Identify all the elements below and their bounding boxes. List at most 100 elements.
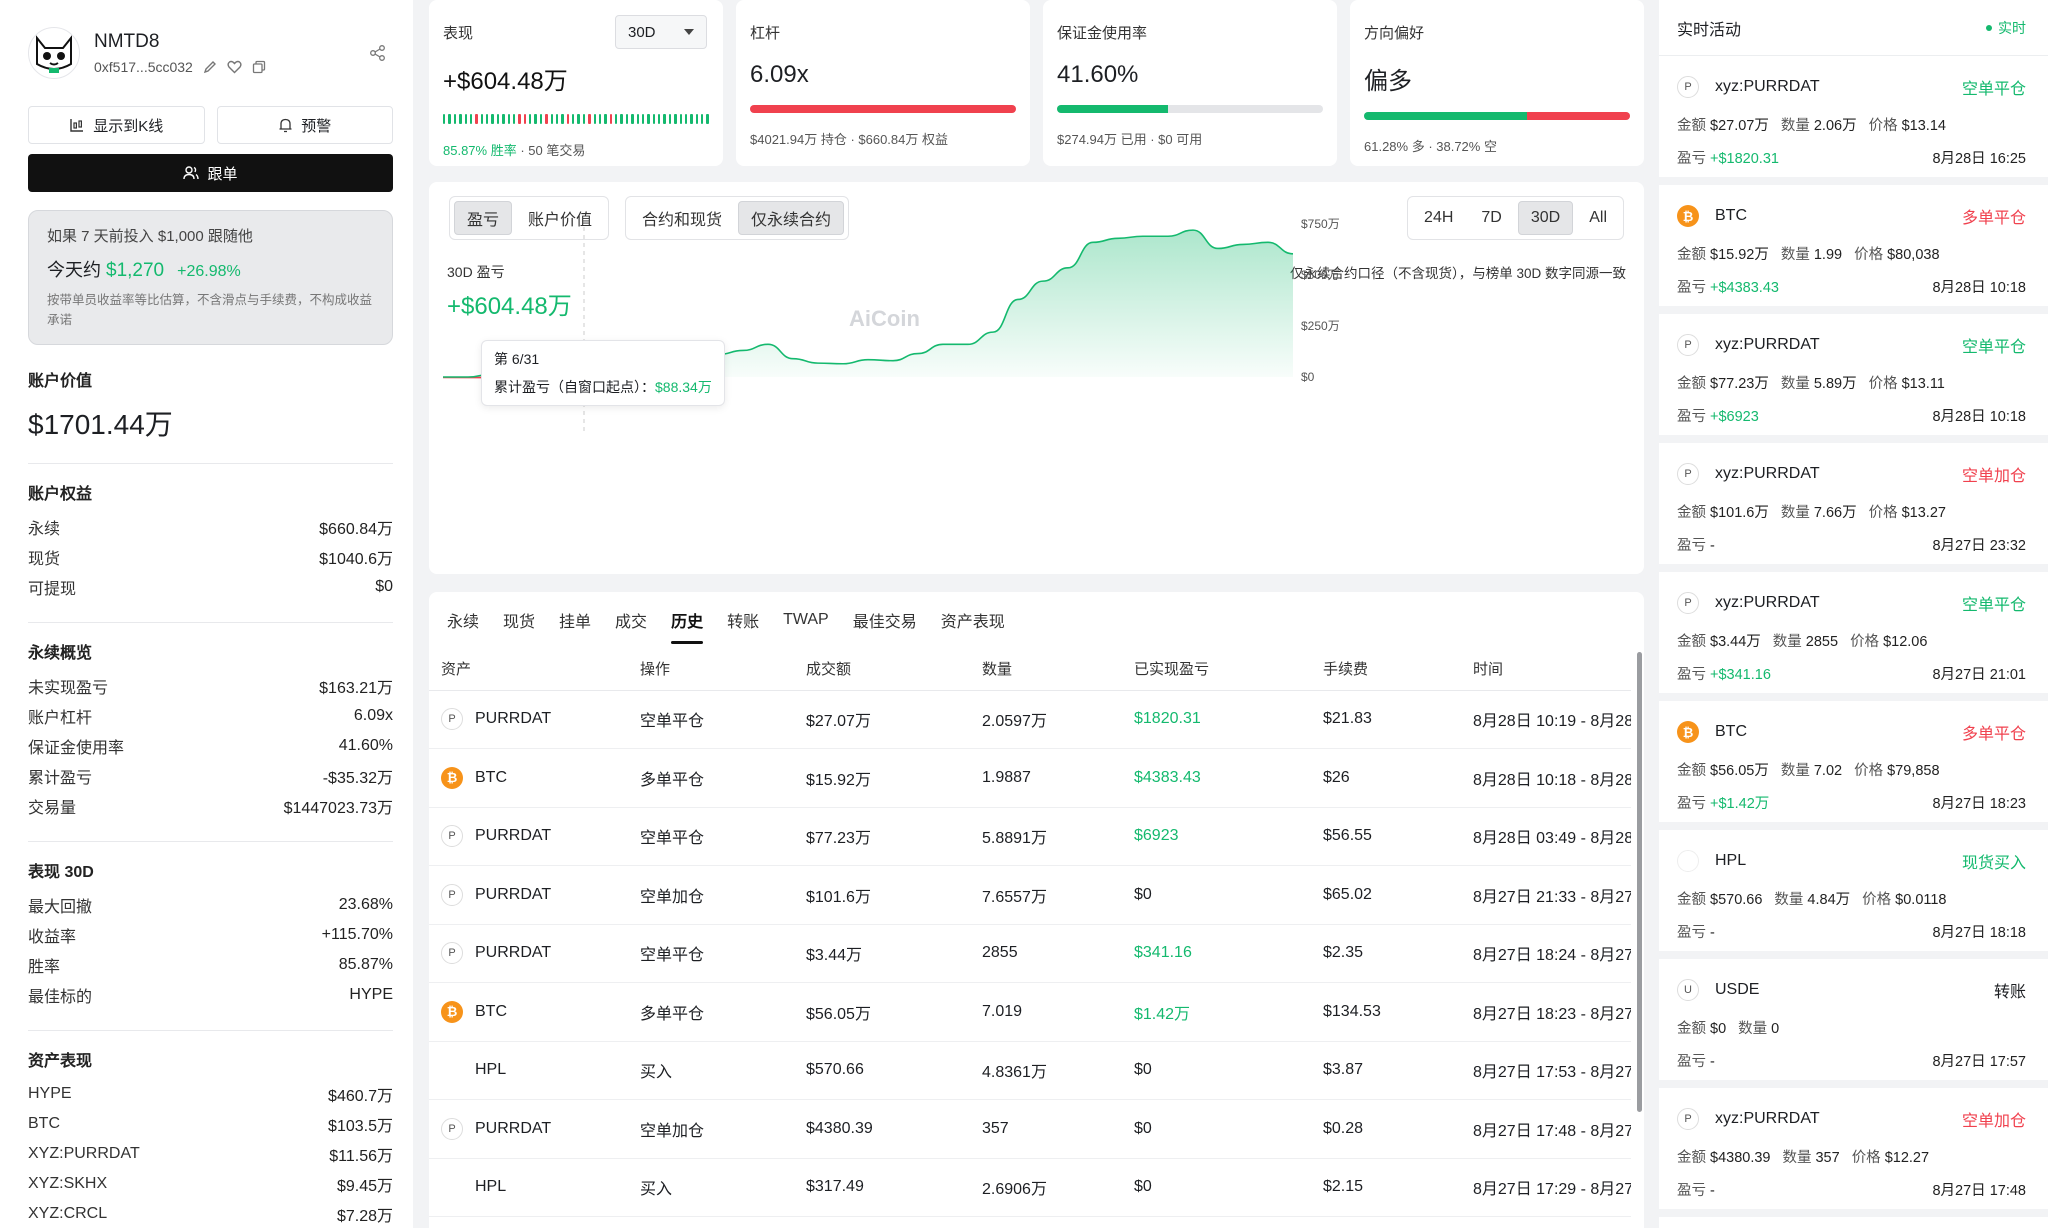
activity-item[interactable]: Pxyz:PURRDAT 空单加仓 金额 $101.6万 数量 7.66万 价格 $13.27… [1659, 443, 2048, 572]
heart-icon[interactable] [227, 60, 242, 74]
simulation-title: 如果 7 天前投入 $1,000 跟随他 [47, 228, 253, 245]
tab-history-3[interactable]: 成交 [615, 592, 647, 648]
activity-pnl: +$1820.31 [1710, 151, 1779, 167]
activity-label: 盈亏 [1677, 796, 1706, 812]
table-body: P PURRDAT 空单平仓 $27.07万 2.0597万 $1820.31 $21.83… [429, 690, 1631, 1217]
activity-item[interactable]: U USDE 转账 金额 $0 数量 0 盈亏 - 8月27日 17:57 [1659, 959, 2048, 1088]
scrollbar[interactable] [1636, 652, 1644, 1112]
tab-perp-only[interactable]: 仅永续合约 [738, 201, 845, 235]
show-on-kline-button[interactable]: 显示到K线 [28, 106, 205, 144]
period-30d[interactable]: 30D [1517, 201, 1574, 235]
edit-icon[interactable] [203, 60, 217, 74]
trade-tick [545, 114, 548, 124]
perp-row-label: 交易量 [28, 800, 77, 817]
table-row[interactable]: P PURRDAT 空单平仓 $3.44万 2855 $341.16 $2.35 8月27日 … [429, 924, 1631, 983]
perp-row-label: 累计盈亏 [28, 770, 93, 787]
activity-item[interactable]: HPL 现货买入 金额 $570.66 数量 4.84万 价格 $0.0118 盈亏 - 8月27日… [1659, 830, 2048, 959]
quantity-cell: 7.019 [970, 982, 1122, 1042]
candlestick-icon [69, 117, 85, 133]
tab-history-4[interactable]: 历史 [671, 592, 704, 648]
tab-history-8[interactable]: 资产表现 [941, 592, 1005, 648]
table-row[interactable]: ₿ BTC 多单平仓 $56.05万 7.019 $1.42万 $134.53 8月27日 1… [429, 982, 1631, 1042]
long-short-bar [1364, 112, 1630, 120]
column-header: 已实现盈亏 [1122, 648, 1311, 691]
activity-item[interactable]: Pxyz:PURRDAT 空单平仓 金额 $27.07万 数量 2.06万 价格 $13.14… [1659, 56, 2048, 185]
activity-item[interactable]: ₿ BTC 多单平仓 金额 $15.92万 数量 1.99 价格 $80,038 盈亏 +$4383… [1659, 185, 2048, 314]
table-row[interactable]: P PURRDAT 空单加仓 $4380.39 357 $0 $0.28 8月27日 17:4… [429, 1099, 1631, 1159]
simulation-today-pct: +26.98% [177, 263, 241, 280]
account-value-section: 账户价值 $1701.44万 [28, 367, 393, 443]
table-row[interactable]: HPL 买入 $570.66 4.8361万 $0 $3.87 8月27日 17:53 - … [429, 1041, 1631, 1100]
asset-row-value: $11.56万 [329, 1148, 393, 1165]
period-7d[interactable]: 7D [1469, 201, 1513, 235]
asset-row-label: XYZ:CRCL [28, 1205, 108, 1222]
win-rate-text: 85.87% 胜率 [443, 143, 517, 158]
asset-name: HPL [475, 1178, 507, 1196]
perp-row: 保证金使用率 41.60% [28, 731, 393, 761]
table-row[interactable]: P PURRDAT 空单平仓 $77.23万 5.8891万 $6923 $56.55 8月2… [429, 807, 1631, 866]
simulation-note: 按带单员收益率等比估算，不含滑点与手续费，不构成收益承诺 [47, 293, 373, 327]
tab-history-7[interactable]: 最佳交易 [853, 592, 917, 648]
tab-pnl[interactable]: 盈亏 [454, 201, 513, 235]
tab-history-5[interactable]: 转账 [727, 592, 759, 648]
trade-tick [459, 114, 462, 124]
direction-card: 方向偏好 偏多 61.28% 多 · 38.72% 空 [1350, 0, 1644, 166]
column-header: 时间 [1461, 648, 1631, 691]
perp-row-value: 41.60% [338, 737, 393, 754]
fee-cell: $21.83 [1311, 690, 1461, 749]
perp-row: 未实现盈亏 $163.21万 [28, 671, 393, 701]
activity-label: 盈亏 [1677, 925, 1706, 941]
activity-price: $79,858 [1887, 763, 1940, 779]
table-row[interactable]: P PURRDAT 空单平仓 $27.07万 2.0597万 $1820.31 $21.83… [429, 690, 1631, 749]
activity-item[interactable]: ₿ BTC 多单平仓 金额 $56.05万 数量 7.02 价格 $79,858 盈亏 +$1.42… [1659, 701, 2048, 830]
asset-performance-list: HYPE $460.7万 BTC $103.5万 XYZ:PURRDAT $11.56万 X… [28, 1079, 393, 1228]
table-row[interactable]: P PURRDAT 空单加仓 $101.6万 7.6557万 $0 $65.02 8月27日 … [429, 865, 1631, 925]
trade-tick [475, 114, 478, 124]
equity-row: 现货 $1040.6万 [28, 542, 393, 572]
live-label: 实时 [1998, 19, 2026, 36]
copy-trade-button[interactable]: 跟单 [28, 154, 393, 192]
asset-row-value: $7.28万 [336, 1208, 393, 1225]
activity-label: 数量 [1780, 376, 1810, 392]
period-24h[interactable]: 24H [1412, 201, 1465, 235]
perp-overview-title: 永续概览 [28, 645, 93, 662]
tooltip-title: 第 6/31 [494, 351, 540, 367]
tab-history-0[interactable]: 永续 [447, 592, 479, 648]
tab-history-1[interactable]: 现货 [503, 592, 535, 648]
tab-history-6[interactable]: TWAP [783, 592, 829, 648]
share-icon[interactable] [369, 44, 387, 62]
asset-row-value: $103.5万 [328, 1118, 393, 1135]
activity-time: 8月28日 10:18 [1932, 409, 2026, 425]
perp-row-value: $163.21万 [319, 680, 393, 697]
activity-item[interactable]: Pxyz:PURRDAT 空单加仓 金额 $4380.39 数量 357 价格 $12.27 盈… [1659, 1088, 2048, 1217]
token-icon: P [1677, 463, 1699, 485]
table-row[interactable]: ₿ BTC 多单平仓 $15.92万 1.9887 $4383.43 $26 8月28日 10… [429, 748, 1631, 808]
tab-contract-and-spot[interactable]: 合约和现货 [630, 201, 734, 235]
op-cell: 空单平仓 [628, 924, 794, 983]
asset-cell: HPL [429, 1041, 628, 1100]
realized-pnl-cell: $0 [1122, 1041, 1311, 1100]
y-tick-label: $0 [1301, 370, 1315, 384]
tab-history-2[interactable]: 挂单 [559, 592, 591, 648]
column-header: 成交额 [794, 648, 970, 691]
period-all[interactable]: All [1577, 201, 1619, 235]
activity-price: $13.14 [1901, 118, 1946, 134]
trade-tick [572, 114, 575, 124]
period-dropdown[interactable]: 30D [615, 15, 707, 49]
realized-pnl-cell: $6923 [1122, 807, 1311, 866]
alert-button[interactable]: 预警 [216, 106, 393, 144]
token-icon [441, 1176, 463, 1199]
leverage-card-sub: $4021.94万 持仓 · $660.84万 权益 [750, 132, 948, 147]
avatar [28, 27, 80, 79]
token-icon: P [1677, 592, 1699, 614]
copy-icon[interactable] [252, 60, 266, 74]
activity-item[interactable]: Pxyz:PURRDAT 空单平仓 金额 $77.23万 数量 5.89万 价格 $13.11… [1659, 314, 2048, 443]
activity-item[interactable]: Pxyz:PURRDAT 空单平仓 金额 $3.44万 数量 2855 价格 $12.06 盈亏… [1659, 572, 2048, 701]
perp-row: 账户杠杆 6.09x [28, 701, 393, 731]
activity-amount: $27.07万 [1710, 118, 1769, 134]
tab-account-value[interactable]: 账户价值 [516, 201, 604, 235]
op-cell: 买入 [628, 1158, 794, 1217]
activity-type: 空单加仓 [1961, 468, 2026, 485]
activity-label: 金额 [1677, 505, 1706, 521]
table-row[interactable]: HPL 买入 $317.49 2.6906万 $0 $2.15 8月27日 17:29 - … [429, 1158, 1631, 1217]
